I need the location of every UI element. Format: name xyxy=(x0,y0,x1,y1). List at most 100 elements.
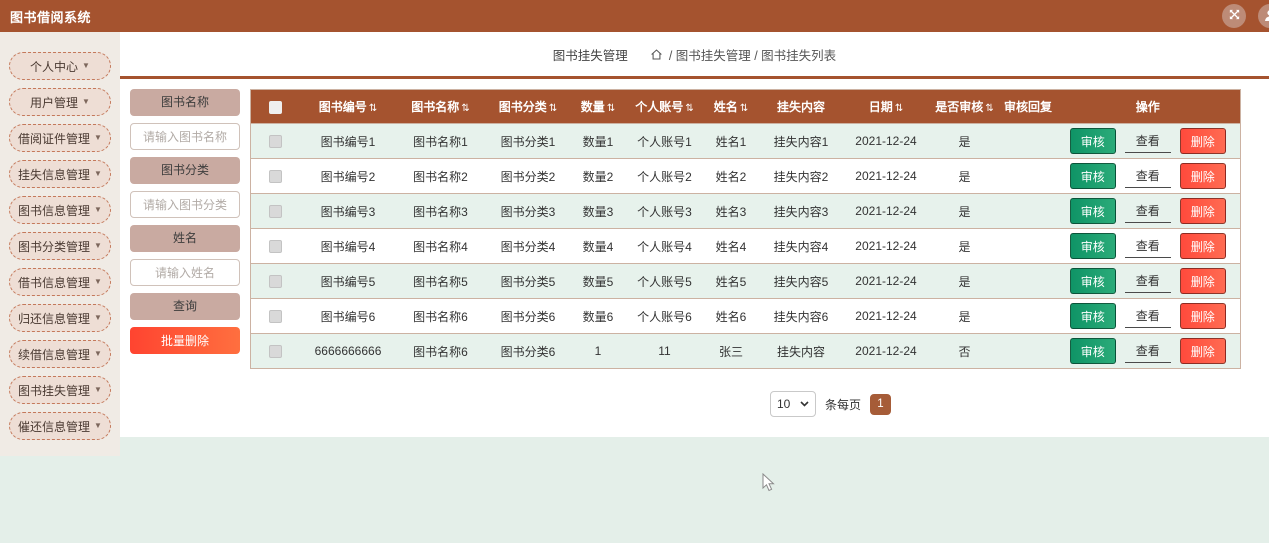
column-header[interactable]: 图书分类 ⇅ xyxy=(485,89,571,124)
review-button[interactable]: 审核 xyxy=(1069,338,1116,364)
sidebar-item[interactable]: 借书信息管理 ▼ xyxy=(9,268,111,296)
sidebar-item-label: 归还信息管理 xyxy=(18,311,91,326)
sidebar-item[interactable]: 图书信息管理 ▼ xyxy=(9,196,111,224)
sort-icon[interactable]: ⇅ xyxy=(685,103,693,114)
sidebar-item[interactable]: 续借信息管理 ▼ xyxy=(9,340,111,368)
review-button[interactable]: 审核 xyxy=(1069,163,1116,189)
search-button[interactable]: 查询 xyxy=(130,293,240,320)
column-header[interactable]: 个人账号 ⇅ xyxy=(625,89,704,124)
table-row: 图书编号3 图书名称3 图书分类3 数量3 个人账号3 姓名3 挂失内容3 20… xyxy=(250,193,1241,229)
review-button[interactable]: 审核 xyxy=(1069,128,1116,154)
row-checkbox[interactable] xyxy=(269,205,283,219)
cell-book-category: 图书分类5 xyxy=(500,274,556,289)
sidebar-item[interactable]: 借阅证件管理 ▼ xyxy=(9,124,111,152)
column-header[interactable]: 姓名 ⇅ xyxy=(703,89,759,124)
select-all-header-cell xyxy=(250,89,301,124)
book-name-input[interactable] xyxy=(130,123,240,150)
cell-reviewed: 是 xyxy=(958,309,971,324)
row-checkbox[interactable] xyxy=(269,310,283,324)
cell-book-name: 图书名称5 xyxy=(413,274,468,289)
review-button[interactable]: 审核 xyxy=(1069,233,1116,259)
cell-book-id: 图书编号5 xyxy=(320,274,376,289)
sort-icon[interactable]: ⇅ xyxy=(549,103,557,114)
sidebar-item[interactable]: 归还信息管理 ▼ xyxy=(9,304,111,332)
cell-book-id: 6666666666 xyxy=(314,344,382,358)
cell-review-reply xyxy=(1001,264,1056,299)
view-button[interactable]: 查看 xyxy=(1124,234,1171,258)
view-button[interactable]: 查看 xyxy=(1124,339,1171,363)
name-input[interactable] xyxy=(130,259,240,286)
sidebar-item[interactable]: 图书挂失管理 ▼ xyxy=(9,376,111,404)
table-header-row: 图书编号⇅ 图书名称⇅ 图书分类⇅ 数量⇅ 个人账号⇅ 姓名⇅ 挂失内容⇅ xyxy=(250,89,1241,124)
filter-panel: 图书名称 图书分类 姓名 查询 批量删除 xyxy=(130,89,240,417)
batch-delete-button[interactable]: 批量删除 xyxy=(130,327,240,354)
cell-book-name: 图书名称3 xyxy=(413,204,468,219)
cell-book-name: 图书名称6 xyxy=(413,344,468,359)
column-header[interactable]: 挂失内容⇅ xyxy=(758,89,844,124)
column-header[interactable]: 图书名称 ⇅ xyxy=(395,89,486,124)
sidebar-item[interactable]: 用户管理 ▼ xyxy=(9,88,111,116)
sidebar-item[interactable]: 催还信息管理 ▼ xyxy=(9,412,111,440)
sidebar-item[interactable]: 挂失信息管理 ▼ xyxy=(9,160,111,188)
column-header[interactable]: 是否审核 ⇅ xyxy=(928,89,1001,124)
sidebar-item[interactable]: 图书分类管理 ▼ xyxy=(9,232,111,260)
fullscreen-button[interactable] xyxy=(1222,4,1246,28)
column-header[interactable]: 操作⇅ xyxy=(1055,89,1241,124)
delete-button[interactable]: 删除 xyxy=(1179,163,1226,189)
user-button[interactable] xyxy=(1258,4,1269,28)
row-checkbox[interactable] xyxy=(269,240,283,254)
delete-button[interactable]: 删除 xyxy=(1179,338,1226,364)
table-row: 图书编号4 图书名称4 图书分类4 数量4 个人账号4 姓名4 挂失内容4 20… xyxy=(250,228,1241,264)
table-area: 图书编号⇅ 图书名称⇅ 图书分类⇅ 数量⇅ 个人账号⇅ 姓名⇅ 挂失内容⇅ xyxy=(250,89,1241,417)
sort-icon[interactable]: ⇅ xyxy=(369,103,377,114)
row-checkbox[interactable] xyxy=(269,275,283,289)
delete-button[interactable]: 删除 xyxy=(1179,128,1226,154)
content: 图书名称 图书分类 姓名 查询 批量删除 xyxy=(120,79,1269,417)
select-all-checkbox[interactable] xyxy=(269,100,283,114)
review-button[interactable]: 审核 xyxy=(1069,303,1116,329)
view-button[interactable]: 查看 xyxy=(1124,129,1171,153)
view-button[interactable]: 查看 xyxy=(1124,199,1171,223)
app-header: 图书借阅系统 xyxy=(0,0,1269,32)
column-header[interactable]: 图书编号 ⇅ xyxy=(300,89,396,124)
column-header[interactable]: 审核回复⇅ xyxy=(1000,89,1056,124)
sort-icon[interactable]: ⇅ xyxy=(985,103,993,114)
sidebar-item[interactable]: 个人中心 ▼ xyxy=(9,52,111,80)
delete-button[interactable]: 删除 xyxy=(1179,233,1226,259)
cell-reviewed: 是 xyxy=(958,169,971,184)
filter-label-book-category: 图书分类 xyxy=(130,157,240,184)
delete-button[interactable]: 删除 xyxy=(1179,198,1226,224)
view-button[interactable]: 查看 xyxy=(1124,164,1171,188)
column-header-label: 图书编号 xyxy=(318,100,367,114)
cell-loss-content: 挂失内容2 xyxy=(773,169,829,184)
cell-book-name: 图书名称4 xyxy=(413,239,468,254)
sidebar-item-label: 图书信息管理 xyxy=(18,203,91,218)
chevron-down-icon: ▼ xyxy=(94,385,102,394)
cell-name: 姓名4 xyxy=(715,239,747,254)
sort-icon[interactable]: ⇅ xyxy=(461,103,469,114)
cell-account: 个人账号5 xyxy=(637,274,692,289)
sidebar-item-label: 借阅证件管理 xyxy=(18,131,91,146)
book-category-input[interactable] xyxy=(130,191,240,218)
row-checkbox[interactable] xyxy=(269,170,283,184)
cell-name: 姓名1 xyxy=(715,134,747,149)
view-button[interactable]: 查看 xyxy=(1124,269,1171,293)
column-header[interactable]: 日期 ⇅ xyxy=(843,89,929,124)
sort-icon[interactable]: ⇅ xyxy=(740,103,748,114)
page-size-select[interactable]: 10 xyxy=(769,391,816,417)
page-1-button[interactable]: 1 xyxy=(870,393,891,415)
sort-icon[interactable]: ⇅ xyxy=(895,103,903,114)
row-checkbox[interactable] xyxy=(269,135,283,149)
view-button[interactable]: 查看 xyxy=(1124,304,1171,328)
delete-button[interactable]: 删除 xyxy=(1179,268,1226,294)
home-icon[interactable] xyxy=(650,48,663,61)
delete-button[interactable]: 删除 xyxy=(1179,303,1226,329)
cell-name: 姓名3 xyxy=(715,204,747,219)
review-button[interactable]: 审核 xyxy=(1069,268,1116,294)
fullscreen-expand-icon xyxy=(1228,8,1241,24)
review-button[interactable]: 审核 xyxy=(1069,198,1116,224)
sort-icon[interactable]: ⇅ xyxy=(607,103,615,114)
column-header[interactable]: 数量 ⇅ xyxy=(570,89,626,124)
row-checkbox[interactable] xyxy=(269,345,283,359)
cell-book-category: 图书分类6 xyxy=(500,344,556,359)
